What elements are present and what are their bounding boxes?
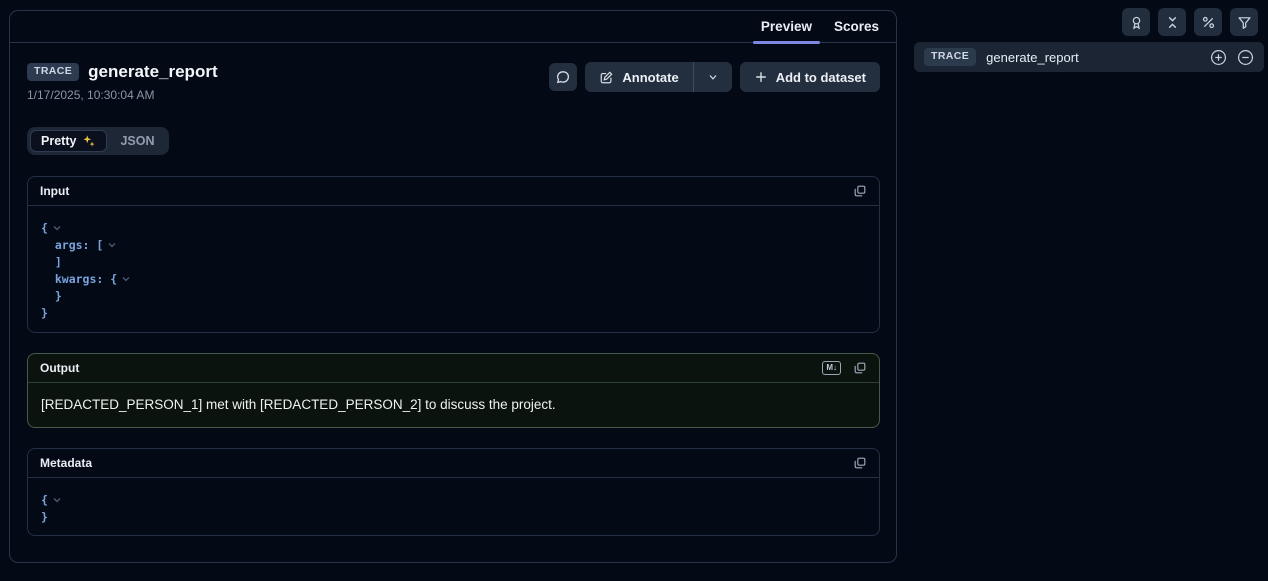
filter-button[interactable] [1230,8,1258,36]
add-to-dataset-button[interactable]: Add to dataset [740,62,880,92]
input-json-viewer: { args: [ [28,206,879,332]
panel-tabs: Preview Scores [10,11,896,43]
json-line: } [41,508,866,525]
edit-icon [599,70,614,85]
json-token: kwargs: { [41,272,117,286]
json-line: { [41,491,866,508]
trace-tree-row[interactable]: TRACE generate_report [914,42,1264,72]
feedback-stats-button[interactable] [1122,8,1150,36]
input-section: Input { [27,176,880,333]
collapse-icon [1165,15,1180,30]
output-text: [REDACTED_PERSON_1] met with [REDACTED_P… [28,383,879,427]
collapse-chevron-icon[interactable] [52,495,62,505]
copy-icon [853,361,867,375]
json-line: { [41,219,866,236]
annotate-split-button: Annotate [585,62,731,92]
copy-icon [853,184,867,198]
markdown-icon[interactable]: M↓ [822,361,841,375]
annotate-label: Annotate [622,70,678,85]
trace-badge: TRACE [924,48,976,66]
json-token: } [41,510,48,524]
json-token: } [41,306,48,320]
input-section-title: Input [40,184,69,198]
percent-icon [1201,15,1216,30]
collapse-chevron-icon[interactable] [121,274,131,284]
copy-input-button[interactable] [853,184,867,198]
collapse-tree-button[interactable] [1158,8,1186,36]
tab-preview-label: Preview [761,19,812,34]
chevron-down-icon [707,71,719,83]
output-section-title: Output [40,361,79,375]
json-label: JSON [120,134,154,148]
copy-metadata-button[interactable] [853,456,867,470]
minus-circle-icon [1237,49,1254,66]
trace-timestamp: 1/17/2025, 10:30:04 AM [27,88,218,102]
copy-icon [853,456,867,470]
comment-button[interactable] [549,63,577,91]
collapse-chevron-icon[interactable] [107,240,117,250]
json-line: } [41,304,866,321]
toggle-pretty[interactable]: Pretty [30,130,107,152]
filter-icon [1237,15,1252,30]
tree-toolbar [1122,8,1258,36]
plus-circle-icon [1210,49,1227,66]
tab-preview[interactable]: Preview [750,11,823,42]
collapse-chevron-icon[interactable] [52,223,62,233]
json-token: args: [ [41,238,103,252]
add-to-dataset-label: Add to dataset [776,70,866,85]
json-line: kwargs: { [41,270,866,287]
tab-scores-label: Scores [834,19,879,34]
output-section: Output M↓ [REDACTED_PERSON_1] met with [… [27,353,880,428]
json-line: } [41,287,866,304]
award-icon [1129,15,1144,30]
plus-icon [754,70,768,84]
json-line: ] [41,253,866,270]
pretty-label: Pretty [41,134,76,148]
expand-all-button[interactable] [1210,49,1227,66]
metadata-section: Metadata { [27,448,880,536]
json-token: { [41,221,48,235]
json-token: ] [41,255,62,269]
collapse-all-button[interactable] [1237,49,1254,66]
trace-badge: TRACE [27,63,79,81]
copy-output-button[interactable] [853,361,867,375]
annotate-button[interactable]: Annotate [585,62,692,92]
metadata-section-title: Metadata [40,456,92,470]
view-mode-toggle: Pretty JSON [27,127,169,155]
tab-scores[interactable]: Scores [823,11,890,42]
toggle-json[interactable]: JSON [108,130,166,152]
trace-preview-panel: Preview Scores TRACE generate_report 1/1… [9,10,897,563]
json-line: args: [ [41,236,866,253]
metadata-json-viewer: { } [28,478,879,535]
trace-node-name: generate_report [986,50,1079,65]
sparkles-icon [82,134,96,148]
json-token: } [41,289,62,303]
page-title: generate_report [88,62,217,82]
comment-icon [555,69,571,85]
json-token: { [41,493,48,507]
annotate-menu-button[interactable] [694,62,732,92]
show-percentages-button[interactable] [1194,8,1222,36]
trace-header: TRACE generate_report 1/17/2025, 10:30:0… [27,62,218,102]
